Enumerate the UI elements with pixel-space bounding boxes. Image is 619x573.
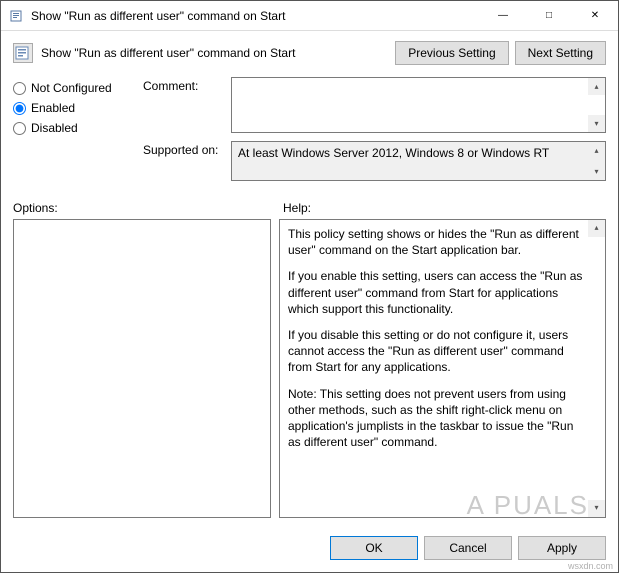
button-bar: OK Cancel Apply (1, 526, 618, 572)
radio-disabled-input[interactable] (13, 122, 26, 135)
policy-title: Show "Run as different user" command on … (41, 46, 387, 60)
policy-large-icon (13, 43, 33, 63)
comment-area: Comment: ▴ ▾ (143, 77, 606, 133)
ok-button[interactable]: OK (330, 536, 418, 560)
radio-not-configured-input[interactable] (13, 82, 26, 95)
comment-box[interactable]: ▴ ▾ (231, 77, 606, 133)
section-labels: Options: Help: (1, 187, 618, 219)
dialog-window: Show "Run as different user" command on … (0, 0, 619, 573)
window-controls: — □ ✕ (480, 1, 618, 30)
state-radios: Not Configured Enabled Disabled (13, 77, 133, 181)
scroll-up-icon[interactable]: ▴ (588, 220, 605, 237)
radio-disabled[interactable]: Disabled (13, 121, 133, 135)
config-right: Comment: ▴ ▾ Supported on: At least Wind… (143, 77, 606, 181)
scroll-down-icon[interactable]: ▾ (588, 163, 605, 180)
help-paragraph: If you enable this setting, users can ac… (288, 268, 583, 317)
titlebar: Show "Run as different user" command on … (1, 1, 618, 31)
minimize-button[interactable]: — (480, 1, 526, 30)
window-title: Show "Run as different user" command on … (31, 9, 480, 23)
radio-not-configured[interactable]: Not Configured (13, 81, 133, 95)
previous-setting-button[interactable]: Previous Setting (395, 41, 508, 65)
radio-not-configured-label: Not Configured (31, 81, 112, 95)
help-paragraph: If you disable this setting or do not co… (288, 327, 583, 376)
supported-on-value: At least Windows Server 2012, Windows 8 … (232, 142, 605, 164)
nav-buttons: Previous Setting Next Setting (395, 41, 606, 65)
next-setting-button[interactable]: Next Setting (515, 41, 606, 65)
cancel-button[interactable]: Cancel (424, 536, 512, 560)
close-button[interactable]: ✕ (572, 1, 618, 30)
source-label: wsxdn.com (568, 561, 613, 571)
help-paragraph: Note: This setting does not prevent user… (288, 386, 583, 451)
policy-icon (9, 8, 25, 24)
scroll-down-icon[interactable]: ▾ (588, 500, 605, 517)
options-pane[interactable] (13, 219, 271, 518)
maximize-button[interactable]: □ (526, 1, 572, 30)
scroll-up-icon[interactable]: ▴ (588, 78, 605, 95)
comment-value (232, 78, 605, 86)
help-paragraph: This policy setting shows or hides the "… (288, 226, 583, 258)
radio-enabled[interactable]: Enabled (13, 101, 133, 115)
radio-enabled-label: Enabled (31, 101, 75, 115)
help-label: Help: (283, 201, 311, 215)
supported-area: Supported on: At least Windows Server 20… (143, 141, 606, 181)
config-row: Not Configured Enabled Disabled Comment:… (1, 71, 618, 187)
scroll-down-icon[interactable]: ▾ (588, 115, 605, 132)
options-label: Options: (13, 201, 283, 215)
supported-on-label: Supported on: (143, 141, 223, 181)
help-pane[interactable]: This policy setting shows or hides the "… (279, 219, 606, 518)
apply-button[interactable]: Apply (518, 536, 606, 560)
comment-label: Comment: (143, 77, 223, 133)
radio-enabled-input[interactable] (13, 102, 26, 115)
scroll-up-icon[interactable]: ▴ (588, 142, 605, 159)
supported-on-box: At least Windows Server 2012, Windows 8 … (231, 141, 606, 181)
panes-row: This policy setting shows or hides the "… (1, 219, 618, 526)
header-row: Show "Run as different user" command on … (1, 31, 618, 71)
radio-disabled-label: Disabled (31, 121, 78, 135)
